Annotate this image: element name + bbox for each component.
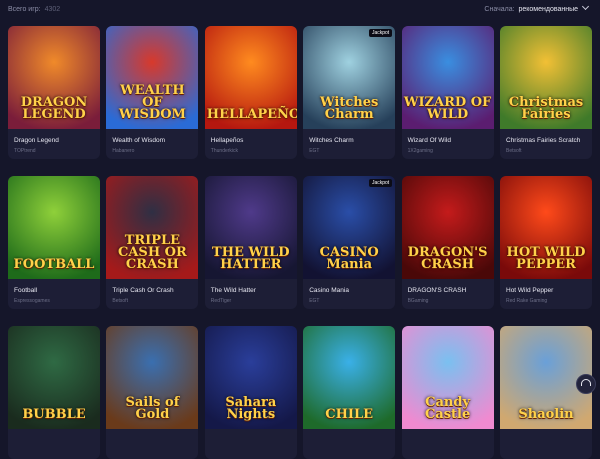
game-card[interactable]: Christmas Fairies Christmas Fairies Scrat… xyxy=(500,26,592,159)
game-logo-text: WEALTH OF WISDOM xyxy=(118,83,186,122)
game-card[interactable]: Shaolin xyxy=(500,326,592,459)
game-title[interactable]: Wealth of Wisdom xyxy=(112,137,165,144)
jackpot-badge: Jackpot xyxy=(368,29,393,37)
games-total-label: Всего игр: xyxy=(8,6,41,13)
game-thumbnail[interactable]: DRAGON'S CRASH xyxy=(401,176,494,279)
game-card[interactable]: CASINO Mania Jackpot Casino Mania EGT xyxy=(303,176,396,309)
game-provider: Betsoft xyxy=(506,148,522,154)
game-title[interactable]: Wizard Of Wild xyxy=(408,137,451,144)
game-thumbnail[interactable]: TRIPLE CASH OR CRASH xyxy=(106,176,199,279)
game-logo-text: BUBBLE xyxy=(22,407,86,422)
game-card[interactable]: HELLAPEÑOS Hellapeños Thunderkick xyxy=(204,26,297,159)
game-card[interactable]: Sails of Gold xyxy=(106,326,199,459)
game-thumbnail[interactable]: THE WILD HATTER xyxy=(204,176,297,279)
game-provider: EGT xyxy=(309,148,320,154)
game-logo-text: DRAGON'S CRASH xyxy=(407,245,488,272)
game-logo-text: Witches Charm xyxy=(320,95,379,122)
game-title[interactable]: Hellapeños xyxy=(211,137,244,144)
game-card[interactable]: Sahara Nights xyxy=(204,326,297,459)
game-logo-text: WIZARD OF WILD xyxy=(403,95,492,122)
game-title[interactable]: Christmas Fairies Scratch xyxy=(506,137,580,144)
game-thumbnail[interactable]: HELLAPEÑOS xyxy=(204,26,297,129)
game-logo-text: CHILE xyxy=(325,407,374,422)
game-thumbnail[interactable]: CASINO Mania Jackpot xyxy=(303,176,396,279)
game-provider: TOPtrend xyxy=(14,148,36,154)
game-card[interactable]: HOT WILD PEPPER Hot Wild Pepper Red Rake G… xyxy=(500,176,592,309)
game-title[interactable]: Triple Cash Or Crash xyxy=(112,287,173,294)
game-card[interactable]: TRIPLE CASH OR CRASH Triple Cash Or Crash… xyxy=(106,176,199,309)
game-thumbnail[interactable]: DRAGON LEGEND xyxy=(8,26,100,129)
game-thumbnail[interactable]: Sahara Nights xyxy=(204,326,297,429)
game-thumbnail[interactable]: WEALTH OF WISDOM xyxy=(106,26,199,129)
game-thumbnail[interactable]: HOT WILD PEPPER xyxy=(500,176,592,279)
game-thumbnail[interactable]: Christmas Fairies xyxy=(500,26,592,129)
game-title[interactable]: Football xyxy=(14,287,37,294)
game-provider: Betsoft xyxy=(112,298,128,304)
game-title[interactable]: The Wild Hatter xyxy=(211,287,256,294)
game-logo-text: Candy Castle xyxy=(424,395,471,422)
game-logo-text: Sahara Nights xyxy=(225,395,277,422)
game-thumbnail[interactable]: Sails of Gold xyxy=(106,326,199,429)
game-provider: EGT xyxy=(309,298,320,304)
sort-label: Сначала: xyxy=(484,6,515,13)
game-card[interactable]: Witches Charm Jackpot Witches Charm EGT xyxy=(303,26,396,159)
game-card[interactable]: BUBBLE xyxy=(8,326,100,459)
game-provider: Habanero xyxy=(112,148,135,154)
game-logo-text: THE WILD HATTER xyxy=(212,245,290,272)
game-logo-text: HELLAPEÑOS xyxy=(206,107,297,122)
sort-value: рекомендованные xyxy=(518,6,579,13)
game-card[interactable]: WIZARD OF WILD Wizard Of Wild 1X2gaming xyxy=(401,26,494,159)
game-thumbnail[interactable]: WIZARD OF WILD xyxy=(401,26,494,129)
game-title[interactable]: Hot Wild Pepper xyxy=(506,287,553,294)
game-card[interactable]: CHILE xyxy=(303,326,396,459)
game-provider: Red Rake Gaming xyxy=(506,298,548,304)
games-total: Всего игр: 4302 xyxy=(8,6,60,13)
chevron-down-icon xyxy=(581,2,590,11)
headphones-icon xyxy=(581,379,591,386)
games-total-count: 4302 xyxy=(44,6,61,13)
game-provider: 1X2gaming xyxy=(407,148,433,154)
sort-dropdown[interactable]: Сначала: рекомендованные xyxy=(484,2,590,13)
game-title[interactable]: DRAGON'S CRASH xyxy=(408,287,467,294)
game-card[interactable]: THE WILD HATTER The Wild Hatter RedTiger xyxy=(204,176,297,309)
game-title[interactable]: Dragon Legend xyxy=(14,137,59,144)
game-card[interactable]: WEALTH OF WISDOM Wealth of Wisdom Habanero xyxy=(106,26,199,159)
game-title[interactable]: Witches Charm xyxy=(309,137,353,144)
games-toolbar: Всего игр: 4302 Сначала: рекомендованные xyxy=(0,0,600,20)
game-thumbnail[interactable]: Candy Castle xyxy=(401,326,494,429)
game-logo-text: FOOTBALL xyxy=(13,257,95,272)
support-button[interactable] xyxy=(576,374,596,394)
game-provider: RedTiger xyxy=(210,298,232,304)
jackpot-badge: Jackpot xyxy=(368,179,393,187)
game-provider: Thunderkick xyxy=(210,148,239,154)
game-provider: Espressogames xyxy=(14,298,50,304)
game-thumbnail[interactable]: BUBBLE xyxy=(8,326,100,429)
game-card[interactable]: DRAGON LEGEND Dragon Legend TOPtrend xyxy=(8,26,100,159)
game-logo-text: Shaolin xyxy=(518,407,574,422)
game-logo-text: Sails of Gold xyxy=(125,395,180,422)
game-logo-text: DRAGON LEGEND xyxy=(20,95,88,122)
game-card[interactable]: DRAGON'S CRASH DRAGON'S CRASH BGaming xyxy=(401,176,494,309)
game-logo-text: TRIPLE CASH OR CRASH xyxy=(118,233,187,272)
game-logo-text: Christmas Fairies xyxy=(508,95,584,122)
game-thumbnail[interactable]: Witches Charm Jackpot xyxy=(303,26,396,129)
game-logo-text: CASINO Mania xyxy=(319,245,379,272)
game-thumbnail[interactable]: FOOTBALL xyxy=(8,176,100,279)
game-logo-text: HOT WILD PEPPER xyxy=(506,245,586,272)
game-card[interactable]: FOOTBALL Football Espressogames xyxy=(8,176,100,309)
game-title[interactable]: Casino Mania xyxy=(309,287,349,294)
game-thumbnail[interactable]: CHILE xyxy=(303,326,396,429)
game-provider: BGaming xyxy=(407,298,429,304)
game-card[interactable]: Candy Castle xyxy=(401,326,494,459)
